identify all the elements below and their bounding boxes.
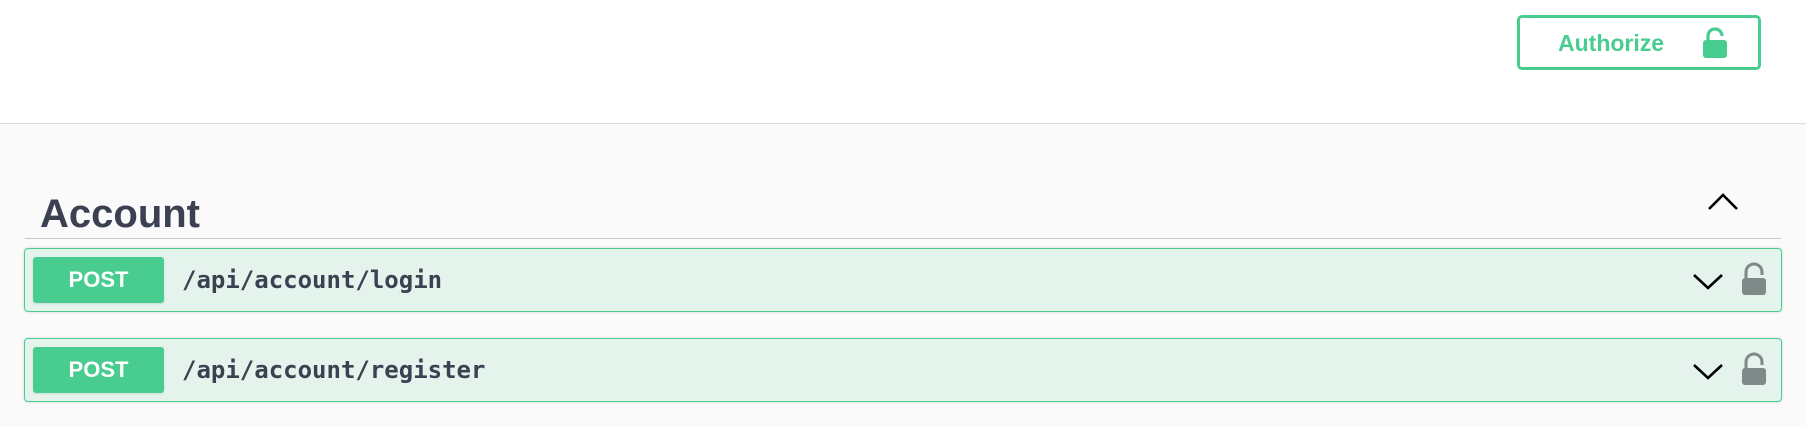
lock-icon[interactable]: [1741, 261, 1767, 297]
api-section: Account POST /api/account/login POST /ap…: [0, 124, 1806, 427]
unlocked-lock-icon: [1702, 27, 1728, 65]
top-bar: Authorize: [0, 0, 1806, 124]
authorize-label: Authorize: [1558, 30, 1665, 56]
operation-row[interactable]: POST /api/account/login: [24, 248, 1782, 312]
chevron-down-icon[interactable]: [1691, 266, 1725, 296]
authorize-button[interactable]: Authorize: [1517, 15, 1761, 70]
method-badge: POST: [33, 347, 164, 393]
operation-path: /api/account/login: [182, 266, 443, 294]
lock-icon[interactable]: [1741, 351, 1767, 387]
operation-path: /api/account/register: [182, 356, 486, 384]
chevron-up-icon[interactable]: [1705, 184, 1741, 220]
method-badge: POST: [33, 257, 164, 303]
operation-row[interactable]: POST /api/account/register: [24, 338, 1782, 402]
tag-header-account[interactable]: Account: [25, 164, 1781, 239]
tag-title: Account: [40, 192, 200, 236]
chevron-down-icon[interactable]: [1691, 356, 1725, 386]
